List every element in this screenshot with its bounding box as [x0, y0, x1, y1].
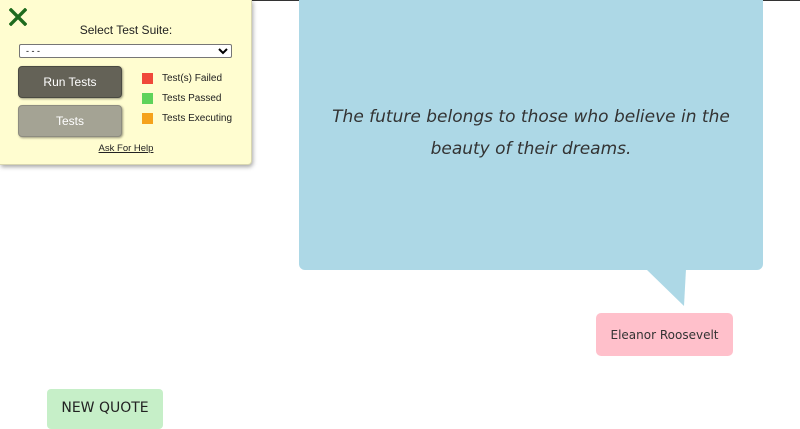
passed-swatch	[142, 93, 153, 104]
speech-bubble-tail	[646, 269, 686, 306]
ask-for-help-link[interactable]: Ask For Help	[0, 143, 252, 154]
tests-button[interactable]: Tests	[18, 105, 122, 137]
suite-title: Select Test Suite:	[79, 23, 173, 37]
legend-label: Tests Executing	[162, 113, 233, 124]
legend-label: Test(s) Failed	[162, 73, 223, 84]
run-tests-button[interactable]: Run Tests	[18, 66, 122, 98]
quote-author: Eleanor Roosevelt	[596, 313, 733, 356]
failed-swatch	[142, 73, 153, 84]
test-suite-panel: Select Test Suite: - - - Run Tests Tests…	[0, 0, 252, 165]
legend-item-executing: Tests Executing	[142, 112, 232, 125]
quote-box: The future belongs to those who believe …	[299, 0, 763, 270]
status-legend: Test(s) Failed Tests Passed Tests Execut…	[142, 72, 232, 132]
legend-label: Tests Passed	[162, 93, 222, 104]
new-quote-button[interactable]: NEW QUOTE	[47, 389, 163, 429]
executing-swatch	[142, 113, 153, 124]
legend-item-failed: Test(s) Failed	[142, 72, 232, 85]
quote-text: The future belongs to those who believe …	[332, 107, 730, 159]
test-suite-select[interactable]: - - -	[19, 44, 232, 58]
legend-item-passed: Tests Passed	[142, 92, 232, 105]
